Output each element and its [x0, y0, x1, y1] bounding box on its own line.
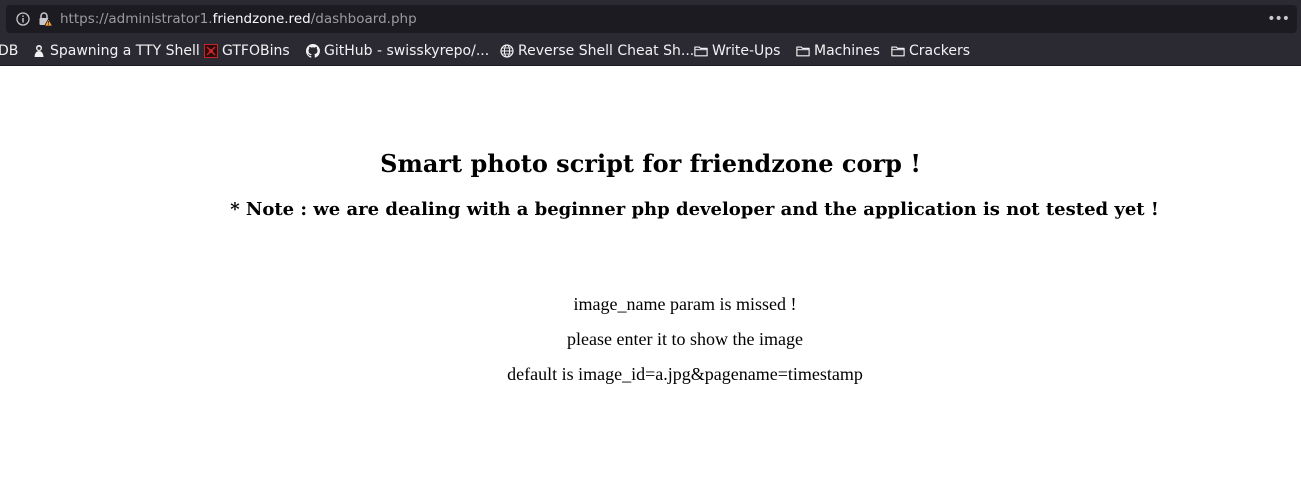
globe-icon: [500, 44, 514, 58]
url-path: /dashboard.php: [310, 11, 417, 27]
page-title: Smart photo script for friendzone corp !: [380, 149, 921, 178]
developer-note: * Note : we are dealing with a beginner …: [230, 199, 1159, 220]
bookmark-label: GTFOBins: [222, 43, 290, 59]
bookmark-label: Spawning a TTY Shell: [50, 43, 200, 59]
address-bar[interactable]: https://administrator1.friendzone.red/da…: [6, 5, 1297, 33]
url-host: friendzone.red: [212, 11, 311, 27]
bookmark-label: GitHub - swisskyrepo/...: [324, 43, 490, 59]
page-actions-menu-icon[interactable]: •••: [1267, 12, 1290, 26]
folder-icon: [694, 46, 708, 57]
bookmark-label: DB: [0, 43, 19, 59]
bookmark-github-swisskyrepo[interactable]: GitHub - swisskyrepo/...: [306, 42, 489, 60]
instruction-message: please enter it to show the image: [567, 329, 803, 349]
bookmark-label: Machines: [814, 43, 880, 59]
browser-toolbar: https://administrator1.friendzone.red/da…: [0, 0, 1301, 37]
bookmark-label: Crackers: [909, 43, 971, 59]
bookmark-folder-write-ups[interactable]: Write-Ups: [694, 42, 780, 60]
bookmark-spawning-tty-shell[interactable]: Spawning a TTY Shell: [32, 42, 200, 60]
url-prefix: https://administrator1.: [60, 11, 213, 27]
bookmarks-toolbar: DB Spawning a TTY Shell GTFOBins GitHub …: [0, 37, 1301, 66]
page-content: Smart photo script for friendzone corp !…: [0, 66, 1301, 502]
hooded-figure-icon: [34, 45, 44, 57]
info-icon[interactable]: [16, 12, 30, 26]
github-icon: [306, 44, 320, 58]
default-params-message: default is image_id=a.jpg&pagename=times…: [507, 364, 863, 384]
bookmark-db[interactable]: DB: [0, 42, 18, 60]
folder-icon: [796, 46, 810, 57]
bookmark-reverse-shell-cheat-sheet[interactable]: Reverse Shell Cheat Sh...: [500, 42, 694, 60]
insecure-lock-icon[interactable]: [37, 11, 53, 27]
missing-param-message: image_name param is missed !: [573, 294, 797, 314]
gtfobins-icon: [204, 44, 218, 58]
bookmark-folder-crackers[interactable]: Crackers: [891, 42, 970, 60]
bookmark-gtfobins[interactable]: GTFOBins: [204, 42, 290, 60]
folder-icon: [891, 46, 905, 57]
bookmark-folder-machines[interactable]: Machines: [796, 42, 880, 60]
url-text[interactable]: https://administrator1.friendzone.red/da…: [60, 11, 417, 28]
bookmark-label: Reverse Shell Cheat Sh...: [518, 43, 695, 59]
bookmark-label: Write-Ups: [712, 43, 781, 59]
